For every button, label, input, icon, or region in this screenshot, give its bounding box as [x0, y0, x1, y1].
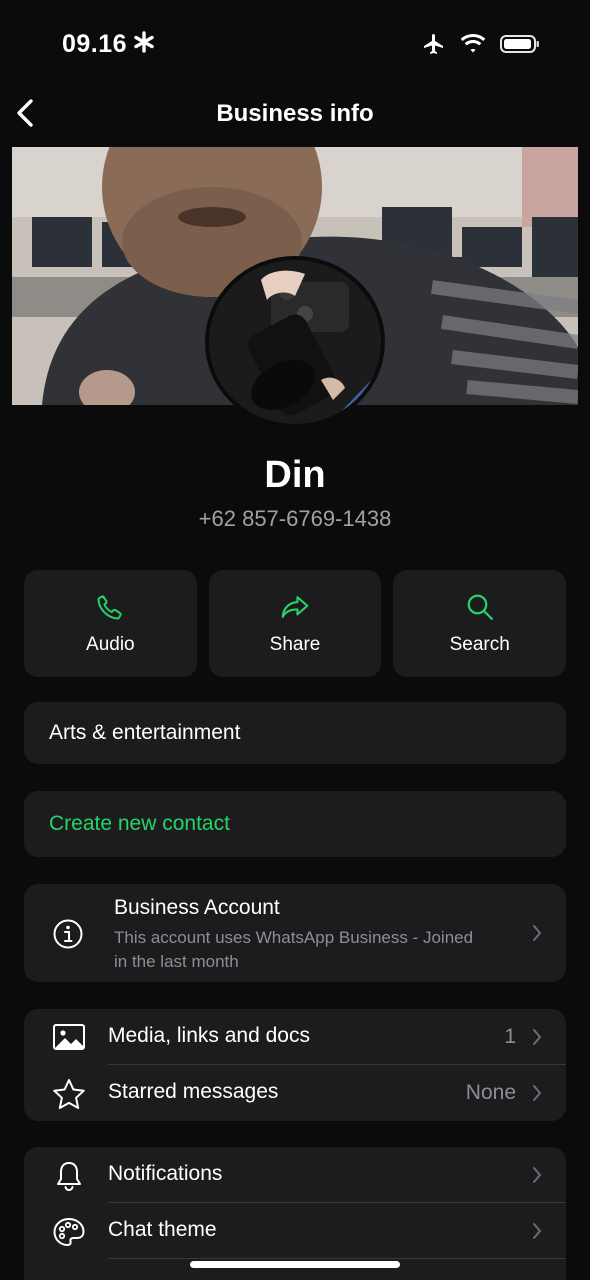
create-contact-label: Create new contact — [49, 812, 230, 835]
status-time: 09.16 — [62, 30, 128, 58]
business-category: Arts & entertainment — [24, 702, 566, 764]
info-icon — [53, 919, 83, 949]
image-icon — [53, 1024, 85, 1050]
business-account-description: This account uses WhatsApp Business - Jo… — [114, 928, 474, 971]
chevron-right-icon — [533, 1085, 541, 1101]
search-icon — [467, 594, 493, 620]
bell-icon — [57, 1162, 81, 1192]
page-title: Business info — [216, 100, 374, 127]
share-icon — [281, 595, 309, 618]
notifications-label: Notifications — [108, 1162, 223, 1185]
media-section: Media, links and docs 1 Starred messages… — [24, 1009, 566, 1121]
palette-icon — [53, 1218, 85, 1246]
home-indicator[interactable] — [190, 1261, 400, 1268]
share-label: Share — [269, 633, 321, 655]
action-buttons: Audio Share Search — [24, 570, 567, 677]
profile-avatar[interactable] — [205, 256, 385, 428]
notifications-row[interactable]: Notifications — [24, 1147, 566, 1203]
status-bar: 09.16 — [0, 0, 590, 80]
chevron-right-icon — [533, 1167, 541, 1183]
header: Business info — [0, 90, 590, 138]
search-label: Search — [449, 633, 510, 655]
camera-photo — [209, 260, 381, 424]
phone-icon — [97, 594, 122, 620]
starred-messages-label: Starred messages — [108, 1080, 279, 1103]
category-text: Arts & entertainment — [49, 721, 241, 744]
media-links-docs-row[interactable]: Media, links and docs 1 — [24, 1009, 566, 1065]
chat-theme-row[interactable]: Chat theme — [24, 1203, 566, 1259]
share-button[interactable]: Share — [208, 570, 382, 677]
chevron-right-icon — [533, 925, 541, 941]
battery-icon — [500, 35, 539, 53]
audio-call-button[interactable]: Audio — [24, 570, 197, 677]
business-account-title: Business Account — [114, 896, 280, 919]
chevron-right-icon — [533, 1029, 541, 1045]
chat-theme-label: Chat theme — [108, 1218, 217, 1241]
search-button[interactable]: Search — [393, 570, 567, 677]
starred-value: None — [465, 1081, 516, 1104]
star-icon — [53, 1079, 85, 1109]
asterisk-icon — [134, 31, 154, 53]
media-links-docs-label: Media, links and docs — [108, 1024, 310, 1047]
profile-name: Din — [264, 454, 326, 496]
wifi-icon — [460, 34, 486, 53]
audio-call-label: Audio — [86, 633, 135, 655]
status-icons — [422, 32, 540, 56]
create-contact-button[interactable]: Create new contact — [24, 791, 566, 857]
chevron-right-icon — [533, 1223, 541, 1239]
profile-phone: +62 857-6769-1438 — [198, 506, 392, 531]
divider — [108, 1258, 566, 1259]
airplane-icon — [424, 34, 443, 54]
starred-messages-row[interactable]: Starred messages None — [24, 1065, 566, 1121]
business-account-row[interactable]: Business Account This account uses Whats… — [24, 884, 566, 982]
media-count: 1 — [504, 1025, 516, 1048]
